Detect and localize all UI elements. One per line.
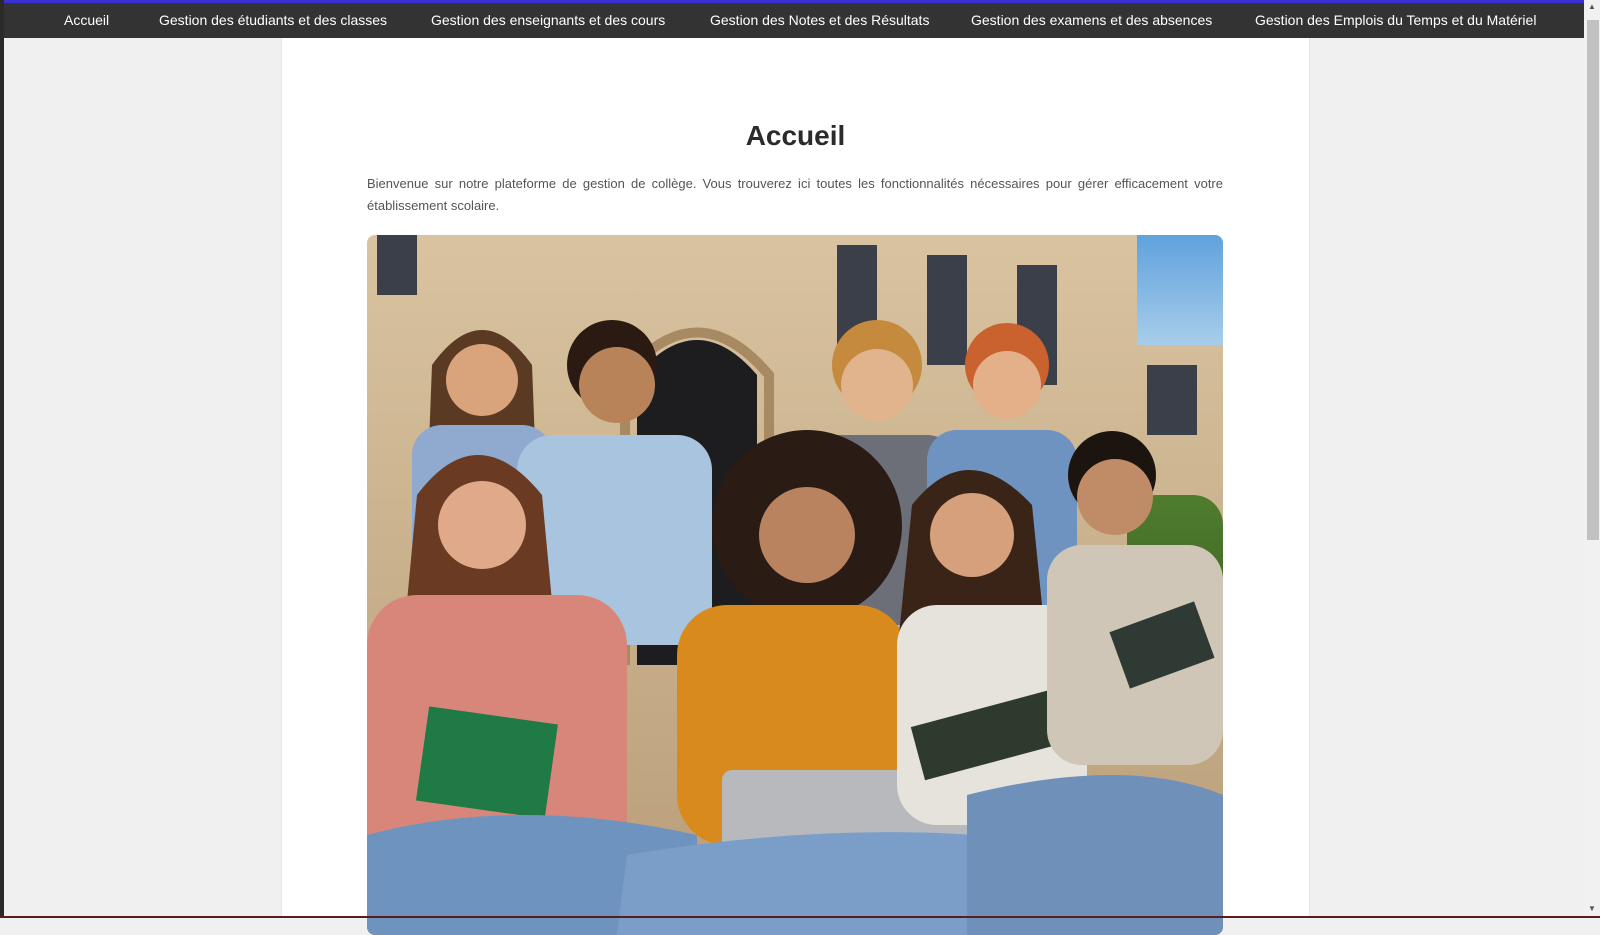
nav-item-emplois-materiel[interactable]: Gestion des Emplois du Temps et du Matér… [1255,3,1536,38]
nav-item-enseignants-cours[interactable]: Gestion des enseignants et des cours [431,3,665,38]
scrollbar-thumb[interactable] [1587,20,1599,540]
window-left-edge [0,0,4,918]
scroll-down-icon[interactable]: ▼ [1584,902,1600,916]
page-scrollbar[interactable]: ▲ ▼ [1584,0,1600,918]
scroll-up-icon[interactable]: ▲ [1584,0,1600,14]
nav-item-accueil[interactable]: Accueil [64,3,109,38]
nav-item-etudiants-classes[interactable]: Gestion des étudiants et des classes [159,3,387,38]
page-title: Accueil [745,120,846,151]
hero-image [367,235,1223,935]
nav-item-notes-resultats[interactable]: Gestion des Notes et des Résultats [710,3,929,38]
main-navbar: Accueil Gestion des étudiants et des cla… [4,3,1584,38]
main-content: Accueil Bienvenue sur notre plateforme d… [281,38,1310,935]
intro-paragraph: Bienvenue sur notre plateforme de gestio… [367,176,1223,213]
nav-item-examens-absences[interactable]: Gestion des examens et des absences [971,3,1212,38]
